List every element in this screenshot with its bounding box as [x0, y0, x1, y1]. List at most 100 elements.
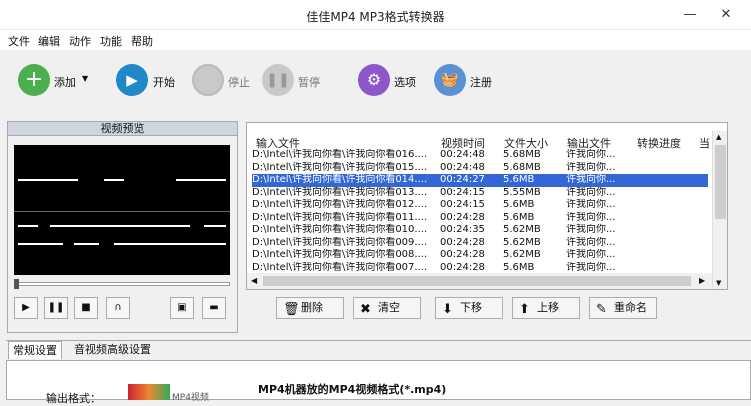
table-row[interactable]: D:\Intel\许我向你看\许我向你看015.... 00:24:48 5.68M…	[252, 162, 708, 175]
stop-button[interactable]: 停止	[192, 64, 256, 100]
move-up-button[interactable]: ⬆ 上移	[512, 297, 580, 319]
rename-icon: ✎	[596, 302, 607, 317]
pause-icon: ❚❚	[262, 64, 294, 96]
play-icon: ▶	[22, 302, 30, 313]
arrow-down-icon: ⬇	[442, 302, 453, 317]
table-row[interactable]: D:\Intel\许我向你看\许我向你看010.... 00:24:35 5.62M…	[252, 224, 708, 237]
table-body: D:\Intel\许我向你看\许我向你看016.... 00:24:48 5.68M…	[246, 149, 716, 273]
table-cell: D:\Intel\许我向你看\许我向你看009....	[252, 236, 428, 248]
table-cell: 5.62MB	[503, 224, 541, 235]
window-title: 佳佳MP4 MP3格式转换器	[306, 10, 445, 24]
scroll-left-icon: ◀	[251, 276, 258, 285]
table-cell: D:\Intel\许我向你看\许我向你看007....	[252, 261, 428, 273]
table-cell: D:\Intel\许我向你看\许我向你看008....	[252, 249, 428, 260]
register-button[interactable]: 🧺 注册	[434, 64, 498, 100]
preview-title: 视频预览	[8, 122, 237, 136]
table-cell: 5.6MB	[503, 211, 535, 223]
table-cell: 5.6MB	[503, 199, 535, 210]
stop-icon: ■	[81, 302, 91, 313]
start-button[interactable]: ▶ 开始	[116, 64, 180, 100]
plus-icon: +	[18, 64, 50, 96]
rename-button[interactable]: ✎ 重命名	[589, 297, 657, 319]
table-cell: 许我向你...	[566, 261, 616, 273]
table-row[interactable]: D:\Intel\许我向你看\许我向你看011.... 00:24:28 5.6MB…	[252, 212, 708, 225]
table-row[interactable]: D:\Intel\许我向你看\许我向你看008.... 00:24:28 5.62M…	[252, 249, 708, 262]
table-cell: 00:24:28	[440, 236, 485, 248]
video-preview	[14, 145, 230, 275]
pause-control-button[interactable]: ❚❚	[44, 297, 68, 319]
table-cell: 5.62MB	[503, 236, 541, 248]
table-cell: 00:24:48	[440, 161, 485, 173]
seek-handle[interactable]	[14, 279, 19, 289]
table-cell: 许我向你...	[566, 211, 616, 223]
table-cell: 许我向你...	[566, 186, 616, 198]
menu-edit[interactable]: 编辑	[38, 33, 60, 49]
table-cell: 00:24:28	[440, 249, 485, 260]
pause-button[interactable]: ❚❚ 暂停	[262, 64, 326, 100]
options-button[interactable]: ⚙ 选项	[358, 64, 422, 100]
scroll-thumb[interactable]	[263, 276, 691, 286]
scroll-down-icon: ▼	[716, 279, 722, 287]
table-cell: 许我向你...	[566, 224, 616, 235]
x-icon: ✖	[360, 302, 371, 317]
table-cell: D:\Intel\许我向你看\许我向你看010....	[252, 224, 428, 235]
scroll-thumb[interactable]	[715, 145, 726, 219]
arrow-up-icon: ⬆	[519, 302, 530, 317]
minimize-button[interactable]: —	[673, 0, 707, 30]
table-cell: D:\Intel\许我向你看\许我向你看012....	[252, 199, 428, 210]
table-cell: 5.6MB	[503, 261, 535, 273]
table-cell: 00:24:27	[440, 174, 485, 185]
menu-function[interactable]: 功能	[100, 33, 122, 49]
stop-control-button[interactable]: ■	[74, 297, 98, 319]
table-cell: 5.6MB	[503, 174, 535, 185]
menu-action[interactable]: 动作	[69, 33, 91, 49]
table-cell: 许我向你...	[566, 249, 616, 260]
menu-file[interactable]: 文件	[8, 33, 30, 49]
table-cell: 00:24:35	[440, 224, 485, 235]
basket-icon: 🧺	[434, 64, 466, 96]
clear-button[interactable]: ✖ 清空	[353, 297, 421, 319]
table-row[interactable]: D:\Intel\许我向你看\许我向你看014.... 00:24:27 5.6MB…	[252, 174, 708, 187]
trash-icon: 🗑	[283, 302, 300, 317]
table-cell: 00:24:48	[440, 149, 485, 160]
horizontal-scrollbar[interactable]: ◀ ▶	[247, 273, 712, 289]
volume-control-button[interactable]: ∩	[106, 297, 130, 319]
table-cell: D:\Intel\许我向你看\许我向你看013....	[252, 186, 428, 198]
table-cell: D:\Intel\许我向你看\许我向你看014....	[252, 174, 428, 185]
play-control-button[interactable]: ▶	[14, 297, 38, 319]
output-format-name[interactable]: MP4机器放的MP4视频格式(*.mp4)	[258, 381, 446, 397]
format-thumbnail	[128, 384, 170, 400]
move-down-button[interactable]: ⬇ 下移	[435, 297, 503, 319]
scroll-up-icon: ▲	[716, 133, 722, 141]
open-folder-button[interactable]: ▬	[202, 297, 226, 319]
gear-icon: ⚙	[358, 64, 390, 96]
stop-icon	[192, 64, 224, 96]
close-button[interactable]: ✕	[709, 0, 743, 30]
table-row[interactable]: D:\Intel\许我向你看\许我向你看013.... 00:24:15 5.55M…	[252, 187, 708, 200]
tab-advanced[interactable]: 音视频高级设置	[70, 341, 155, 359]
play-icon: ▶	[116, 64, 148, 96]
toolbar: + 添加 ▼ ▶ 开始 停止 ❚❚ 暂停 ⚙ 选项 🧺 注册	[0, 50, 751, 116]
table-cell: D:\Intel\许我向你看\许我向你看016....	[252, 149, 428, 160]
delete-button[interactable]: 🗑 删除	[276, 297, 344, 319]
dropdown-arrow-icon: ▼	[82, 74, 89, 83]
table-row[interactable]: D:\Intel\许我向你看\许我向你看009.... 00:24:28 5.62M…	[252, 237, 708, 250]
seek-bar[interactable]	[14, 282, 230, 286]
output-format-label: 输出格式：	[46, 392, 101, 405]
table-row[interactable]: D:\Intel\许我向你看\许我向你看016.... 00:24:48 5.68M…	[252, 149, 708, 162]
table-cell: 00:24:28	[440, 211, 485, 223]
add-button[interactable]: + 添加 ▼	[14, 64, 94, 100]
snapshot-button[interactable]: ▣	[170, 297, 194, 319]
table-cell: D:\Intel\许我向你看\许我向你看015....	[252, 161, 428, 173]
table-cell: D:\Intel\许我向你看\许我向你看011....	[252, 211, 428, 223]
table-row[interactable]: D:\Intel\许我向你看\许我向你看012.... 00:24:15 5.6MB…	[252, 199, 708, 212]
menu-help[interactable]: 帮助	[131, 33, 153, 49]
table-cell: 5.68MB	[503, 161, 541, 173]
vertical-scrollbar[interactable]: ▲ ▼	[712, 131, 727, 289]
menu-bar: 文件 编辑 动作 功能 帮助	[0, 30, 751, 50]
folder-icon: ▬	[209, 302, 219, 313]
tab-general[interactable]: 常规设置	[8, 341, 62, 359]
table-cell: 00:24:15	[440, 186, 485, 198]
pause-icon: ❚❚	[47, 302, 65, 313]
table-cell: 许我向你...	[566, 174, 616, 185]
